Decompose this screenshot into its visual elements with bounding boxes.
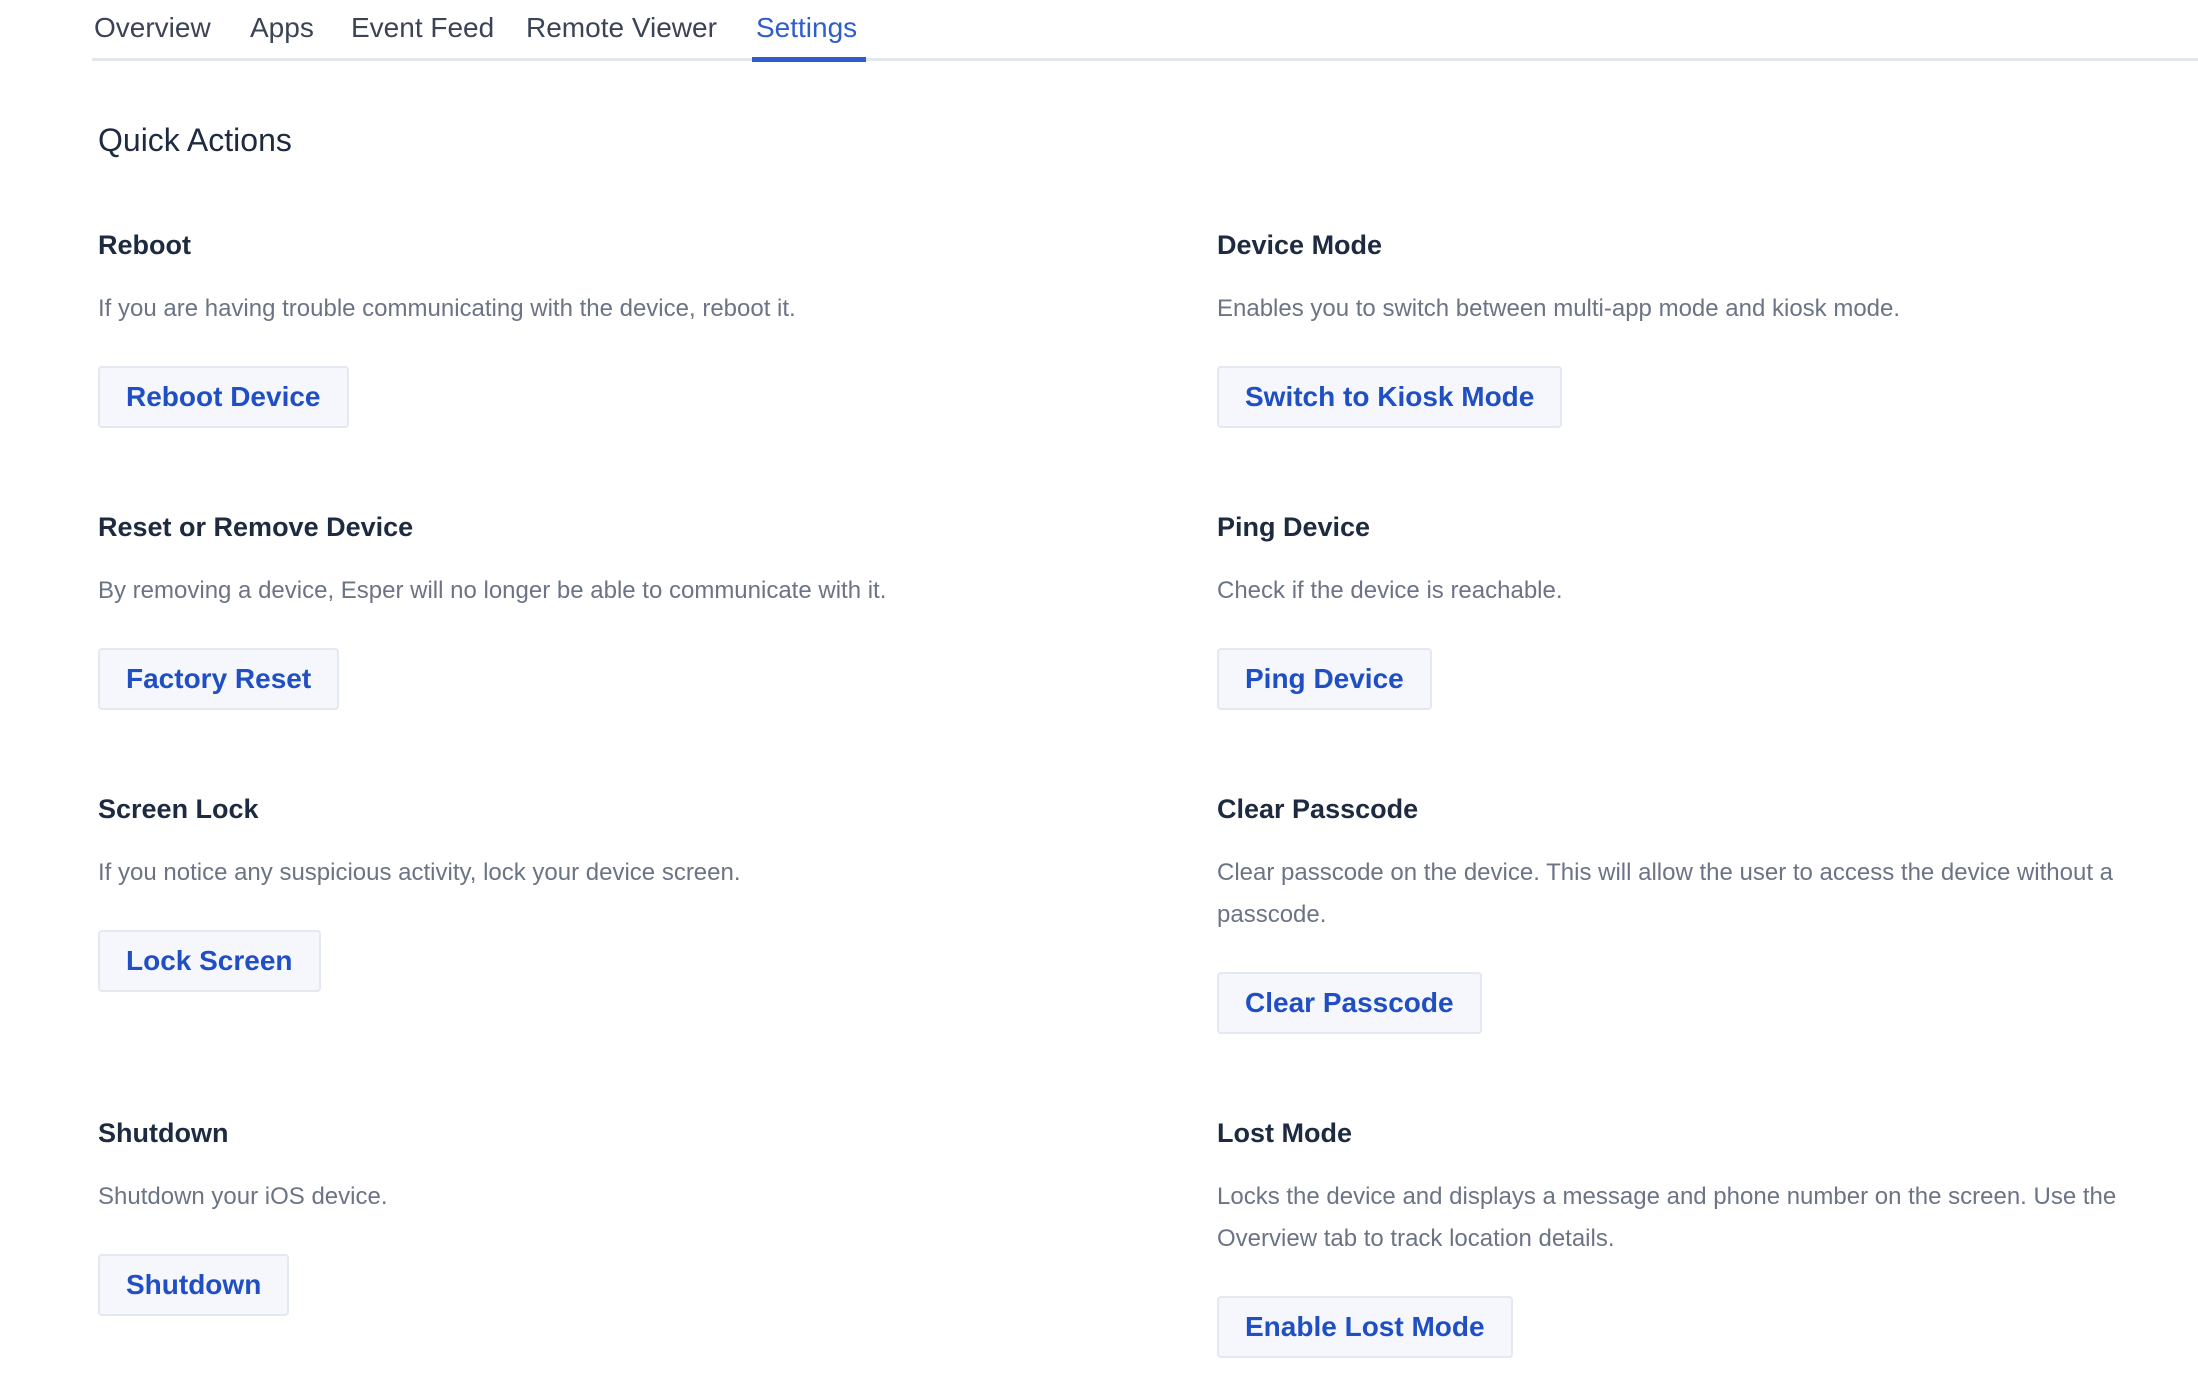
shutdown-description: Shutdown your iOS device. [98, 1183, 388, 1210]
reset-remove-title: Reset or Remove Device [98, 512, 414, 542]
factory-reset-button[interactable]: Factory Reset [98, 648, 340, 710]
active-tab-indicator [752, 57, 866, 62]
tab-overview[interactable]: Overview [94, 12, 211, 44]
ping-device-title: Ping Device [1217, 512, 1371, 542]
ping-device-button[interactable]: Ping Device [1217, 648, 1432, 710]
device-mode-description: Enables you to switch between multi-app … [1217, 295, 1901, 322]
shutdown-title: Shutdown [98, 1118, 229, 1148]
reboot-description: If you are having trouble communicating … [98, 295, 796, 322]
tab-remote-viewer[interactable]: Remote Viewer [526, 12, 717, 44]
ping-device-description: Check if the device is reachable. [1217, 577, 1563, 604]
switch-to-kiosk-mode-button[interactable]: Switch to Kiosk Mode [1217, 366, 1563, 428]
reboot-title: Reboot [98, 230, 191, 260]
screen-lock-description: If you notice any suspicious activity, l… [98, 859, 741, 886]
lock-screen-button[interactable]: Lock Screen [98, 930, 321, 992]
clear-passcode-title: Clear Passcode [1217, 794, 1419, 824]
lost-mode-title: Lost Mode [1217, 1118, 1352, 1148]
shutdown-button[interactable]: Shutdown [98, 1254, 290, 1316]
tab-bar-divider [92, 58, 2198, 61]
screen-lock-title: Screen Lock [98, 794, 259, 824]
device-mode-title: Device Mode [1217, 230, 1383, 260]
quick-actions-heading: Quick Actions [98, 122, 292, 158]
clear-passcode-button[interactable]: Clear Passcode [1217, 972, 1482, 1034]
reset-remove-description: By removing a device, Esper will no long… [98, 577, 887, 604]
tab-settings[interactable]: Settings [756, 12, 857, 44]
enable-lost-mode-button[interactable]: Enable Lost Mode [1217, 1296, 1513, 1358]
lost-mode-description: Locks the device and displays a message … [1217, 1183, 2117, 1252]
device-tab-bar: Overview Apps Event Feed Remote Viewer S… [0, 0, 2198, 62]
reboot-device-button[interactable]: Reboot Device [98, 366, 349, 428]
tab-apps[interactable]: Apps [250, 12, 314, 44]
tab-event-feed[interactable]: Event Feed [351, 12, 494, 44]
clear-passcode-description: Clear passcode on the device. This will … [1217, 859, 2114, 928]
